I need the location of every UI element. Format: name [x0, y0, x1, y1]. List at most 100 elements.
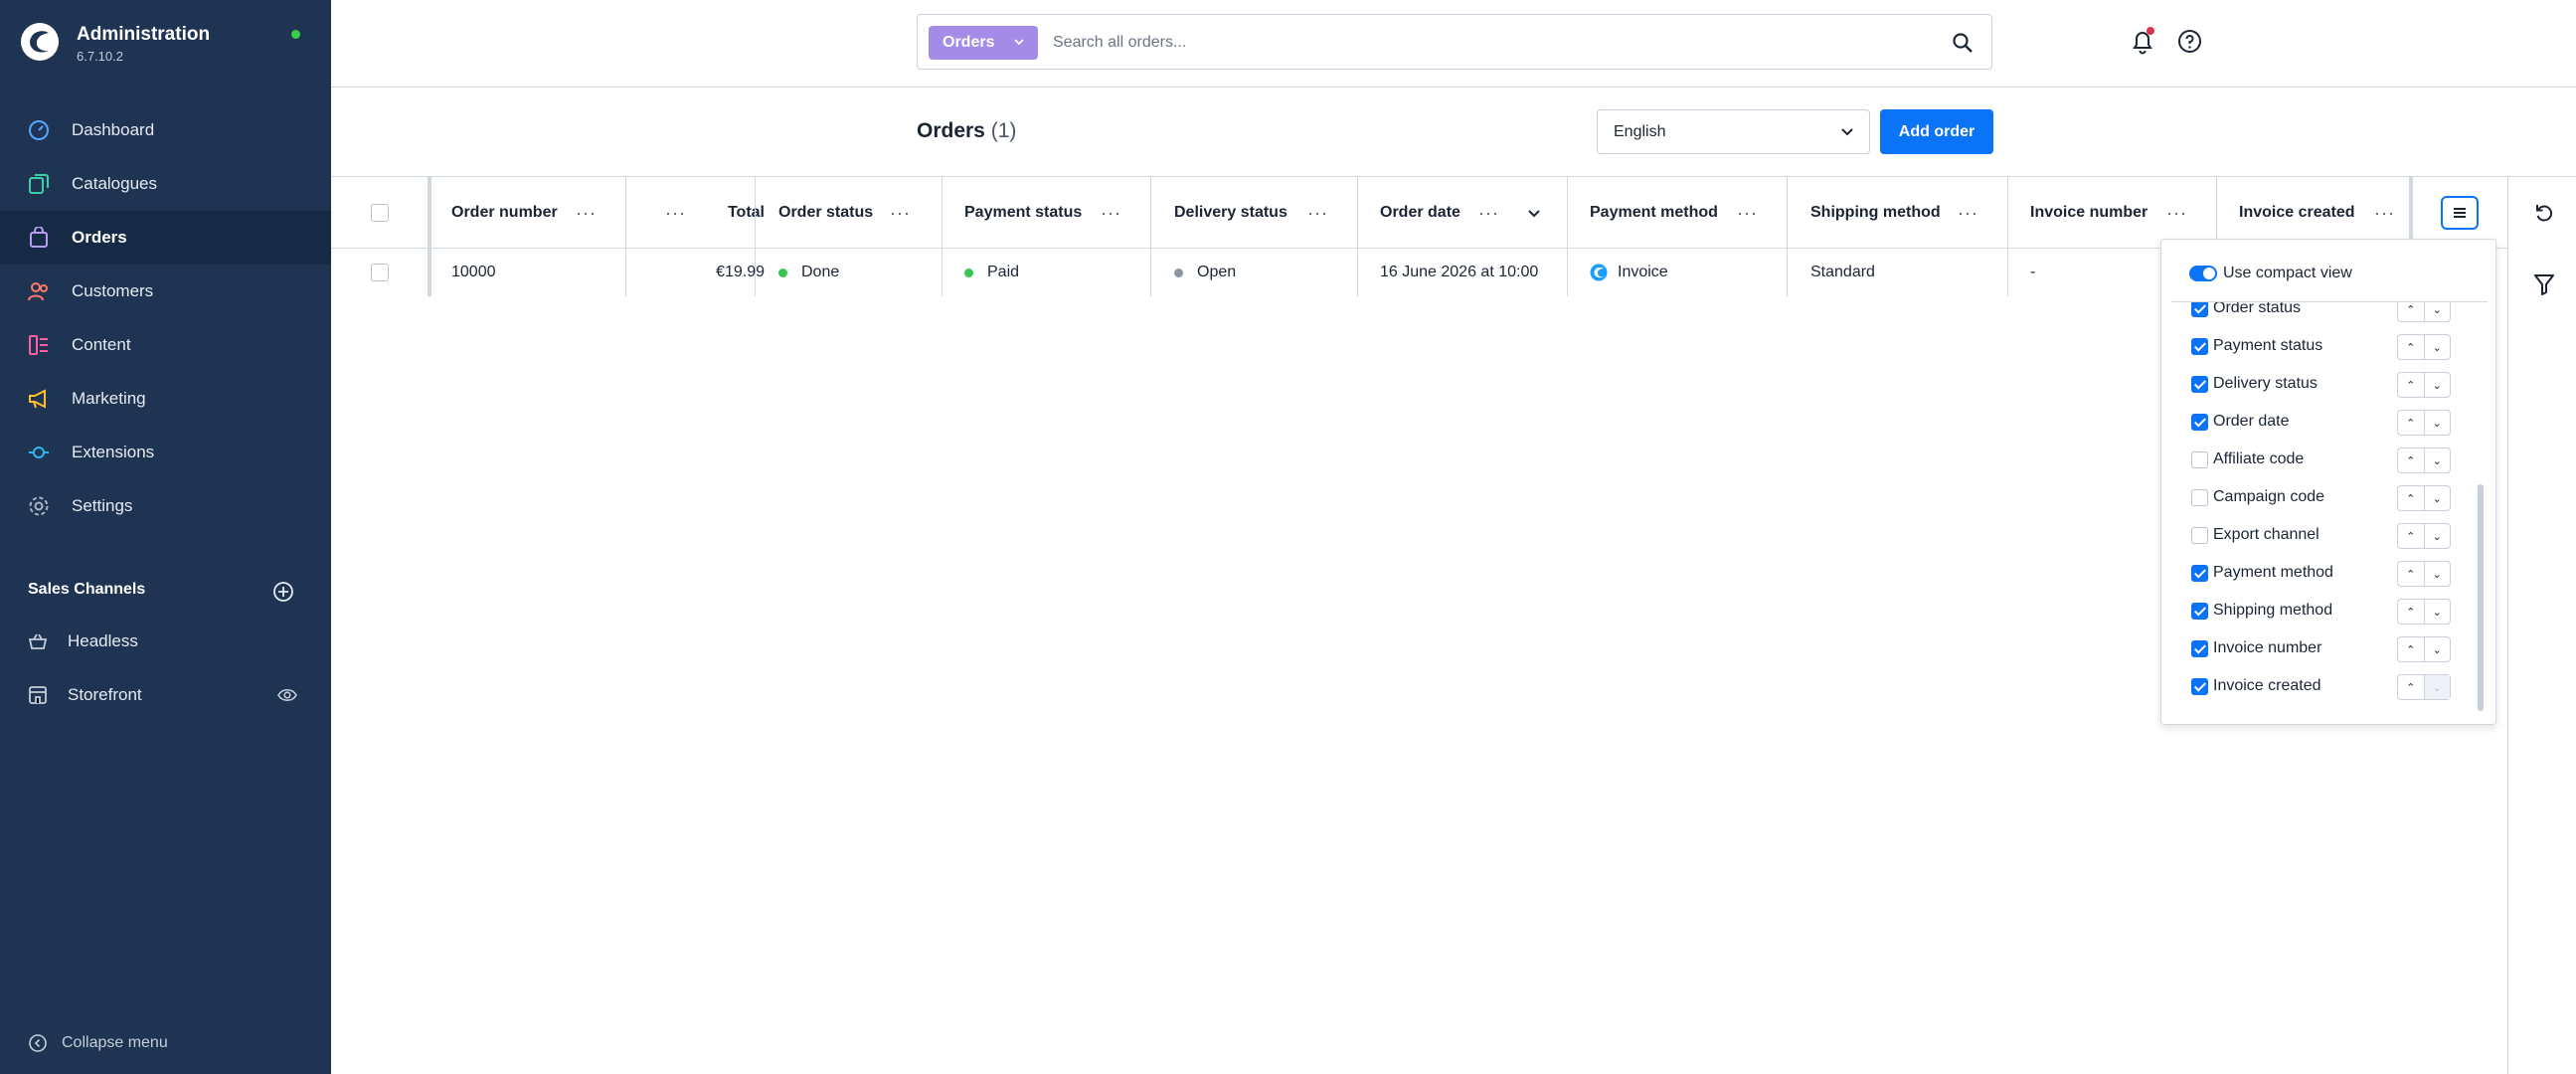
- search-input[interactable]: [1053, 25, 1928, 61]
- column-checkbox[interactable]: [2191, 678, 2208, 695]
- column-checkbox[interactable]: [2191, 451, 2208, 468]
- column-checkbox[interactable]: [2191, 414, 2208, 431]
- language-select[interactable]: English: [1597, 109, 1870, 154]
- column-menu-icon[interactable]: ···: [1307, 177, 1328, 249]
- column-menu-icon[interactable]: ···: [1958, 177, 1978, 249]
- column-option-export-channel[interactable]: Export channel ⌃ ⌄: [2161, 517, 2495, 555]
- column-menu-icon[interactable]: ···: [576, 177, 597, 249]
- move-up-icon[interactable]: ⌃: [2398, 302, 2424, 321]
- select-all-checkbox[interactable]: [371, 204, 389, 222]
- column-option-shipping-method[interactable]: Shipping method ⌃ ⌄: [2161, 593, 2495, 630]
- reset-icon[interactable]: [2533, 202, 2555, 224]
- move-up-icon[interactable]: ⌃: [2398, 411, 2424, 435]
- move-up-icon[interactable]: ⌃: [2398, 486, 2424, 510]
- column-header-order-date[interactable]: Order date: [1380, 177, 1460, 248]
- column-header-order-number[interactable]: Order number: [451, 177, 558, 248]
- column-checkbox[interactable]: [2191, 640, 2208, 657]
- sales-channel-storefront[interactable]: Storefront: [0, 668, 331, 722]
- order-number-cell[interactable]: 10000: [451, 249, 496, 296]
- sidebar-item-customers[interactable]: Customers: [0, 265, 331, 318]
- sidebar-item-settings[interactable]: Settings: [0, 479, 331, 533]
- column-option-invoice-created[interactable]: Invoice created ⌃ ⌄: [2161, 668, 2495, 706]
- move-up-icon[interactable]: ⌃: [2398, 373, 2424, 397]
- column-option-order-status[interactable]: Order status ⌃ ⌄: [2161, 302, 2495, 328]
- column-menu-icon[interactable]: ···: [665, 177, 686, 249]
- column-header-shipping-method[interactable]: Shipping method: [1810, 177, 1941, 248]
- column-checkbox[interactable]: [2191, 302, 2208, 317]
- compact-view-toggle[interactable]: Use compact view: [2189, 262, 2352, 285]
- move-up-icon[interactable]: ⌃: [2398, 637, 2424, 661]
- column-menu-icon[interactable]: ···: [1478, 177, 1499, 249]
- column-option-order-date[interactable]: Order date ⌃ ⌄: [2161, 404, 2495, 442]
- column-header-invoice-created[interactable]: Invoice created: [2239, 177, 2355, 248]
- column-header-invoice-number[interactable]: Invoice number: [2030, 177, 2147, 248]
- add-order-button[interactable]: Add order: [1880, 109, 1993, 154]
- bag-icon: [30, 227, 48, 248]
- column-checkbox[interactable]: [2191, 489, 2208, 506]
- move-down-icon[interactable]: ⌄: [2423, 562, 2451, 586]
- column-header-payment-status[interactable]: Payment status: [964, 177, 1082, 248]
- move-down-icon[interactable]: ⌄: [2423, 448, 2451, 472]
- move-down-icon[interactable]: ⌄: [2423, 600, 2451, 624]
- move-down-icon[interactable]: ⌄: [2423, 524, 2451, 548]
- plug-icon: [29, 447, 49, 458]
- move-up-icon[interactable]: ⌃: [2398, 600, 2424, 624]
- column-settings-button[interactable]: [2441, 196, 2479, 230]
- column-option-label: Campaign code: [2213, 488, 2325, 505]
- sidebar-item-orders[interactable]: Orders: [0, 211, 331, 265]
- column-list: Order status ⌃ ⌄ Payment status ⌃ ⌄ Delive…: [2161, 302, 2495, 716]
- row-select-checkbox[interactable]: [371, 264, 389, 281]
- move-up-icon[interactable]: ⌃: [2398, 562, 2424, 586]
- scrollbar-thumb[interactable]: [2478, 484, 2484, 711]
- column-option-invoice-number[interactable]: Invoice number ⌃ ⌄: [2161, 630, 2495, 668]
- move-up-icon[interactable]: ⌃: [2398, 675, 2424, 699]
- compact-view-switch[interactable]: [2189, 266, 2217, 281]
- column-checkbox[interactable]: [2191, 565, 2208, 582]
- sidebar-item-extensions[interactable]: Extensions: [0, 426, 331, 479]
- column-option-campaign-code[interactable]: Campaign code ⌃ ⌄: [2161, 479, 2495, 517]
- collapse-menu-label: Collapse menu: [62, 1034, 168, 1051]
- column-checkbox[interactable]: [2191, 603, 2208, 620]
- move-up-icon[interactable]: ⌃: [2398, 335, 2424, 359]
- sidebar-item-marketing[interactable]: Marketing: [0, 372, 331, 426]
- column-option-label: Order date: [2213, 413, 2290, 430]
- add-sales-channel-icon[interactable]: [272, 581, 294, 603]
- search-type-dropdown[interactable]: Orders: [929, 26, 1038, 60]
- move-down-icon[interactable]: ⌄: [2423, 411, 2451, 435]
- column-option-affiliate-code[interactable]: Affiliate code ⌃ ⌄: [2161, 442, 2495, 479]
- filter-icon[interactable]: [2534, 273, 2554, 295]
- column-checkbox[interactable]: [2191, 527, 2208, 544]
- move-down-icon[interactable]: ⌄: [2423, 486, 2451, 510]
- app-title: Administration: [77, 24, 211, 45]
- column-header-payment-method[interactable]: Payment method: [1590, 177, 1718, 248]
- sidebar-item-dashboard[interactable]: Dashboard: [0, 103, 331, 157]
- move-up-icon[interactable]: ⌃: [2398, 448, 2424, 472]
- search-icon[interactable]: [1952, 32, 1974, 54]
- sidebar-item-content[interactable]: Content: [0, 318, 331, 372]
- column-header-delivery-status[interactable]: Delivery status: [1174, 177, 1288, 248]
- column-checkbox[interactable]: [2191, 338, 2208, 355]
- column-menu-icon[interactable]: ···: [1737, 177, 1758, 249]
- column-option-payment-status[interactable]: Payment status ⌃ ⌄: [2161, 328, 2495, 366]
- eye-icon[interactable]: [277, 686, 297, 704]
- move-down-icon[interactable]: ⌄: [2423, 637, 2451, 661]
- sidebar-item-catalogues[interactable]: Catalogues: [0, 157, 331, 211]
- sort-descending-icon[interactable]: [1528, 208, 1540, 218]
- column-checkbox[interactable]: [2191, 376, 2208, 393]
- brand[interactable]: Administration 6.7.10.2: [20, 20, 318, 70]
- column-option-payment-method[interactable]: Payment method ⌃ ⌄: [2161, 555, 2495, 593]
- sales-channel-headless[interactable]: Headless: [0, 615, 331, 668]
- payment-method-logo-icon: [1590, 264, 1608, 281]
- help-icon[interactable]: [2177, 29, 2202, 54]
- column-header-order-status[interactable]: Order status: [778, 177, 873, 248]
- sidebar-item-label: Settings: [72, 496, 133, 515]
- column-menu-icon[interactable]: ···: [1101, 177, 1121, 249]
- collapse-menu-button[interactable]: Collapse menu: [28, 1032, 168, 1054]
- column-option-delivery-status[interactable]: Delivery status ⌃ ⌄: [2161, 366, 2495, 404]
- move-down-icon[interactable]: ⌄: [2423, 302, 2451, 321]
- sales-channel-label: Storefront: [68, 685, 142, 704]
- move-down-icon[interactable]: ⌄: [2423, 373, 2451, 397]
- move-down-icon[interactable]: ⌄: [2423, 335, 2451, 359]
- move-up-icon[interactable]: ⌃: [2398, 524, 2424, 548]
- column-menu-icon[interactable]: ···: [890, 177, 911, 249]
